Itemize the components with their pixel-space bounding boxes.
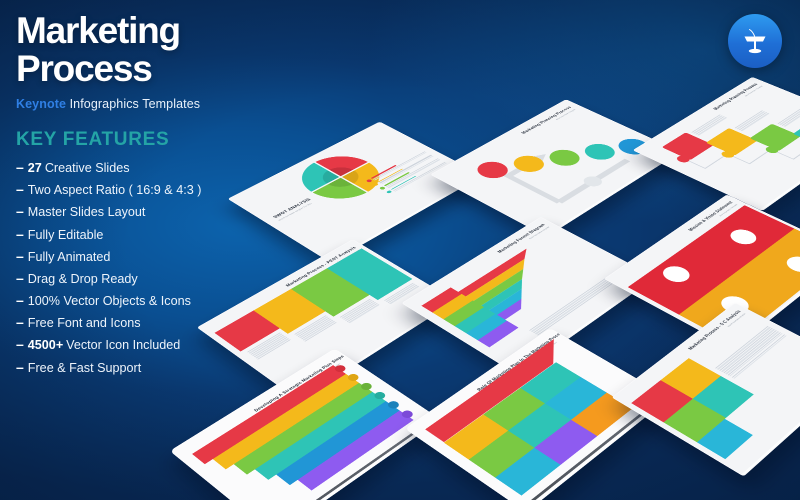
feature-text: Fully Animated [27, 249, 111, 264]
slide-marketing-process-5c-analysis[interactable]: Marketing Process - 5 C Analysis Best Pr… [611, 302, 800, 477]
page-subtitle: Keynote Infographics Templates [16, 97, 316, 111]
brand-label: Keynote [16, 96, 67, 111]
bullet-dash-icon: – [16, 247, 24, 264]
feature-item: – Fully Animated [16, 249, 316, 264]
rainbow-bar-stack [192, 362, 421, 500]
feature-bold: 27 [27, 160, 42, 175]
feature-item: – Free Font and Icons [16, 315, 316, 330]
feature-item: – Master Slides Layout [16, 204, 316, 219]
feature-item: –100% Vector Objects & Icons [16, 293, 316, 308]
feature-text: Free Font and Icons [27, 316, 141, 331]
feature-text: Drag & Drop Ready [27, 271, 138, 286]
bullet-dash-icon: – [16, 269, 24, 286]
bullet-dash-icon: – [16, 181, 24, 198]
feature-item: –4500+ Vector Icon Included [16, 337, 316, 352]
feature-item: – Fully Editable [16, 227, 316, 242]
feature-item: – Drag & Drop Ready [16, 271, 316, 286]
promo-text-panel: Marketing Process Keynote Infographics T… [16, 10, 316, 382]
feature-item: – Free & Fast Support [16, 360, 316, 375]
feature-item: –27 Creative Slides [16, 160, 316, 175]
five-c-text-lines [715, 325, 788, 379]
bullet-dash-icon: – [16, 203, 24, 220]
bullet-dash-icon: – [16, 292, 24, 309]
bullet-dash-icon: – [16, 336, 24, 353]
feature-text: Master Slides Layout [27, 205, 146, 220]
slide-marketing-planning-process-cards[interactable]: Marketing Planning Process Best Presenta… [632, 76, 800, 211]
feature-bold: 4500+ [27, 338, 64, 353]
feature-text: 100% Vector Objects & Icons [27, 294, 191, 309]
feature-text: Two Aspect Ratio ( 16:9 & 4:3 ) [27, 183, 202, 198]
page-title: Marketing Process [16, 10, 181, 90]
keynote-podium-icon [744, 29, 766, 54]
feature-text: Creative Slides [44, 160, 130, 175]
process-path-arrow [432, 100, 680, 236]
feature-text: Free & Fast Support [27, 360, 142, 375]
key-features-list: –27 Creative Slides – Two Aspect Ratio ( 1… [16, 160, 316, 374]
subtitle-rest: Infographics Templates [66, 96, 201, 111]
bullet-dash-icon: – [16, 358, 24, 375]
feature-text: Fully Editable [27, 227, 104, 242]
slide-marketing-planning-process-circles[interactable]: Marketing Planning Process Best Presenta… [430, 99, 681, 237]
bullet-dash-icon: – [16, 314, 24, 331]
bullet-dash-icon: – [16, 225, 24, 242]
slide-role-of-marketing-plan[interactable]: Role Of Marketing Plan In The Marketing … [404, 327, 670, 500]
bullet-dash-icon: – [16, 158, 24, 175]
key-features-heading: KEY FEATURES [16, 128, 170, 150]
keynote-app-icon[interactable] [728, 14, 782, 68]
feature-item: – Two Aspect Ratio ( 16:9 & 4:3 ) [16, 182, 316, 197]
feature-text: Vector Icon Included [66, 338, 181, 353]
